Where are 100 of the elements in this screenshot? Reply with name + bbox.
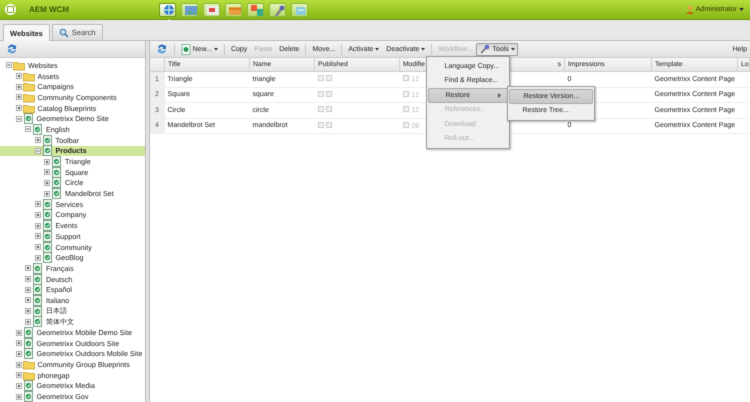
folder-icon (22, 81, 34, 92)
page-icon (32, 274, 43, 285)
expand-icon[interactable] (16, 330, 22, 336)
status-icon (402, 106, 408, 112)
expand-icon[interactable] (16, 382, 22, 389)
page-icon (51, 177, 62, 188)
plus-icon (16, 341, 20, 346)
expand-icon[interactable] (16, 84, 22, 90)
minus-icon (36, 148, 40, 153)
page-icon (22, 327, 34, 338)
status-icon (318, 122, 332, 128)
plus-icon (26, 288, 30, 292)
expand-icon[interactable] (16, 372, 22, 378)
plus-icon (36, 212, 40, 217)
status-icon (402, 75, 408, 82)
expand-icon[interactable] (16, 394, 22, 400)
expand-icon[interactable] (44, 169, 50, 176)
plus-icon (16, 106, 20, 110)
folder-icon (22, 359, 34, 370)
caret-icon (214, 48, 218, 50)
status-icon (402, 90, 408, 97)
status-icon (318, 106, 332, 112)
caret-icon (739, 8, 744, 11)
expand-icon[interactable] (44, 158, 50, 165)
plus-icon (36, 202, 40, 206)
caret-icon (421, 48, 426, 50)
expand-icon[interactable] (16, 350, 22, 357)
minus-icon (16, 116, 20, 121)
expand-icon[interactable] (34, 222, 40, 229)
page-icon (42, 242, 52, 253)
tools-icon (479, 44, 490, 54)
folder-icon (22, 92, 34, 103)
expand-icon[interactable] (25, 286, 31, 293)
plus-icon (26, 277, 30, 282)
nav-icon-button[interactable] (225, 2, 242, 16)
status-icon (318, 75, 332, 82)
nav-icon-button[interactable] (203, 2, 220, 16)
expand-icon[interactable] (34, 212, 40, 218)
plus-icon (45, 180, 49, 185)
page-icon (32, 124, 43, 135)
expand-icon[interactable] (34, 137, 40, 144)
expand-icon[interactable] (16, 94, 22, 100)
expand-icon[interactable] (34, 254, 40, 261)
minus-icon (26, 127, 30, 132)
nav-icon-button[interactable] (247, 2, 264, 16)
expand-icon[interactable] (25, 276, 31, 282)
expand-icon[interactable] (34, 244, 40, 250)
page-icon (32, 294, 43, 306)
user-icon (686, 5, 694, 14)
plus-icon (36, 245, 40, 250)
plus-icon (16, 352, 20, 356)
refresh-icon (156, 43, 168, 55)
page-icon (22, 113, 34, 124)
page-icon (42, 252, 52, 264)
plus-icon (45, 160, 49, 164)
status-icon (402, 122, 408, 128)
collapse-icon[interactable] (6, 62, 12, 68)
caret-icon (510, 48, 515, 50)
status-icon (318, 90, 332, 97)
page-icon (51, 188, 62, 200)
page-icon (51, 166, 62, 178)
page-icon (51, 156, 62, 168)
plus-icon (16, 373, 20, 378)
submenu-arrow-icon (498, 92, 500, 98)
expand-icon[interactable] (25, 265, 31, 272)
plus-icon (36, 138, 40, 142)
expand-icon[interactable] (44, 180, 50, 186)
page-icon (32, 284, 43, 296)
expand-icon[interactable] (16, 362, 22, 368)
expand-icon[interactable] (25, 308, 31, 314)
logo-icon (5, 4, 16, 15)
app-title: AEM WCM (29, 5, 70, 14)
page-icon (42, 220, 52, 232)
page-icon (22, 348, 34, 360)
plus-icon (16, 95, 20, 100)
plus-icon (16, 330, 20, 335)
expand-icon[interactable] (25, 318, 31, 325)
collapse-icon[interactable] (16, 116, 22, 122)
plus-icon (16, 394, 20, 399)
collapse-icon[interactable] (25, 126, 31, 132)
nav-icon-button[interactable] (269, 2, 286, 16)
expand-icon[interactable] (25, 297, 31, 304)
plus-icon (16, 384, 20, 388)
collapse-icon[interactable] (34, 148, 40, 154)
plus-icon (36, 224, 40, 228)
caret-icon (375, 48, 380, 50)
plus-icon (26, 266, 30, 270)
expand-icon[interactable] (16, 73, 22, 80)
expand-icon[interactable] (16, 105, 22, 112)
folder-icon (22, 370, 34, 381)
expand-icon[interactable] (16, 340, 22, 346)
plus-icon (45, 192, 49, 196)
plus-icon (26, 309, 30, 314)
plus-icon (16, 362, 20, 367)
expand-icon[interactable] (34, 233, 40, 240)
plus-icon (16, 84, 20, 89)
page-icon (22, 338, 34, 349)
expand-icon[interactable] (34, 201, 40, 208)
folder-icon (22, 70, 34, 82)
expand-icon[interactable] (44, 190, 50, 197)
